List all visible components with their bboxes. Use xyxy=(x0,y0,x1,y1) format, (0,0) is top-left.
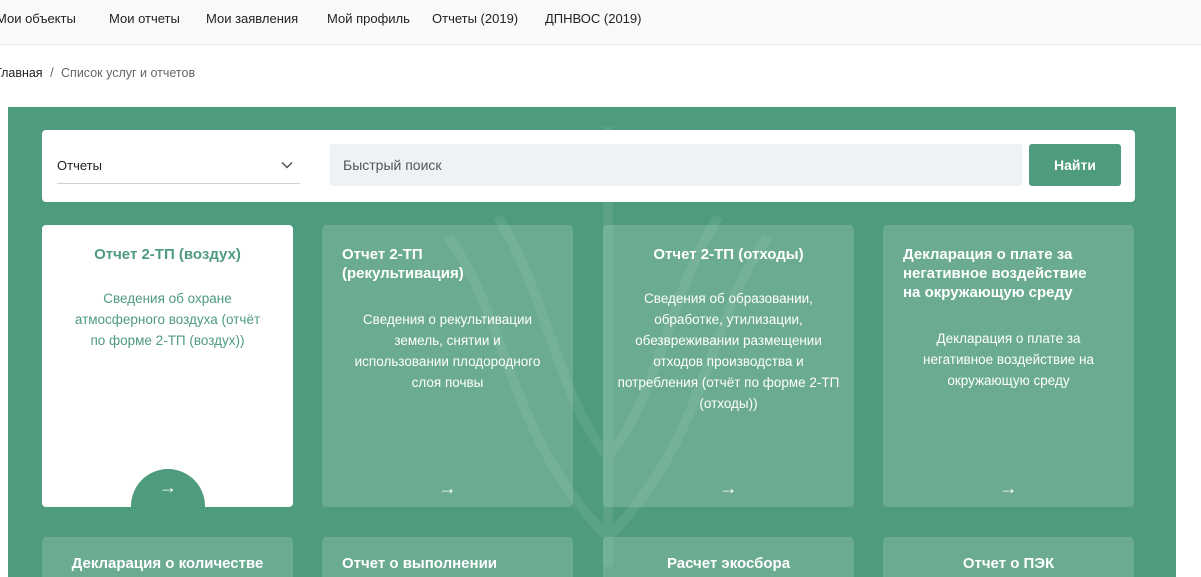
card-declaration-fee[interactable]: Декларация о плате за негативное воздейс… xyxy=(883,225,1134,507)
quick-search-input[interactable] xyxy=(330,144,1022,186)
card-pek-report[interactable]: Отчет о ПЭК xyxy=(883,537,1134,577)
card-description: Декларация о плате за негативное воздейс… xyxy=(923,331,1094,388)
card-title: Декларация о плате за негативное воздейс… xyxy=(903,246,1087,301)
card-2tp-waste[interactable]: Отчет 2-ТП (отходы) Сведения об образова… xyxy=(603,225,854,507)
services-panel: Отчеты Найти Отчет 2-ТП (воздух) Сведени… xyxy=(8,107,1176,577)
arrow-right-icon[interactable]: → xyxy=(883,478,1134,499)
nav-dpnvos-2019[interactable]: ДПНВОС (2019) xyxy=(545,11,641,26)
card-title: Отчет 2-ТП (воздух) xyxy=(94,246,241,263)
card-description: Сведения о рекультивации земель, снятии … xyxy=(354,312,541,390)
card-2tp-air[interactable]: Отчет 2-ТП (воздух) Сведения об охране а… xyxy=(42,225,293,507)
arrow-right-icon[interactable]: → xyxy=(603,478,854,499)
breadcrumb-current: Список услуг и отчетов xyxy=(61,66,196,80)
nav-my-applications[interactable]: Мои заявления xyxy=(206,11,298,26)
card-title: Отчет 2-ТП (рекультивация) xyxy=(342,246,464,282)
card-title: Отчет 2-ТП (отходы) xyxy=(653,246,804,263)
chevron-down-icon xyxy=(281,161,293,169)
card-declaration-quantity[interactable]: Декларация о количестве xyxy=(42,537,293,577)
card-title: Отчет о выполнении xyxy=(342,555,498,572)
card-title: Отчет о ПЭК xyxy=(962,555,1055,572)
category-select[interactable]: Отчеты xyxy=(57,149,300,184)
card-title: Расчет экосбора xyxy=(666,555,791,572)
card-title: Декларация о количестве xyxy=(71,555,264,572)
search-button[interactable]: Найти xyxy=(1029,144,1121,186)
card-open-button[interactable]: → xyxy=(131,469,205,507)
category-select-value: Отчеты xyxy=(57,158,102,173)
card-description: Сведения об охране атмосферного воздуха … xyxy=(74,291,261,348)
arrow-right-icon: → xyxy=(159,477,177,497)
card-eco-fee-calculation[interactable]: Расчет экосбора xyxy=(603,537,854,577)
nav-my-reports[interactable]: Мои отчеты xyxy=(109,11,180,26)
breadcrumb-separator: / xyxy=(50,66,54,80)
breadcrumb: Главная / Список услуг и отчетов xyxy=(0,66,195,80)
breadcrumb-home-link[interactable]: Главная xyxy=(0,66,43,80)
nav-reports-2019[interactable]: Отчеты (2019) xyxy=(432,11,518,26)
card-2tp-recultivation[interactable]: Отчет 2-ТП (рекультивация) Сведения о ре… xyxy=(322,225,573,507)
card-description: Сведения об образовании, обработке, утил… xyxy=(617,291,840,411)
nav-my-profile[interactable]: Мой профиль xyxy=(327,11,410,26)
top-navigation: Мои объекты Мои отчеты Мои заявления Мой… xyxy=(0,0,1201,45)
arrow-right-icon[interactable]: → xyxy=(322,478,573,499)
search-bar: Отчеты Найти xyxy=(42,130,1135,202)
nav-my-objects[interactable]: Мои объекты xyxy=(0,11,76,26)
card-execution-report[interactable]: Отчет о выполнении xyxy=(322,537,573,577)
